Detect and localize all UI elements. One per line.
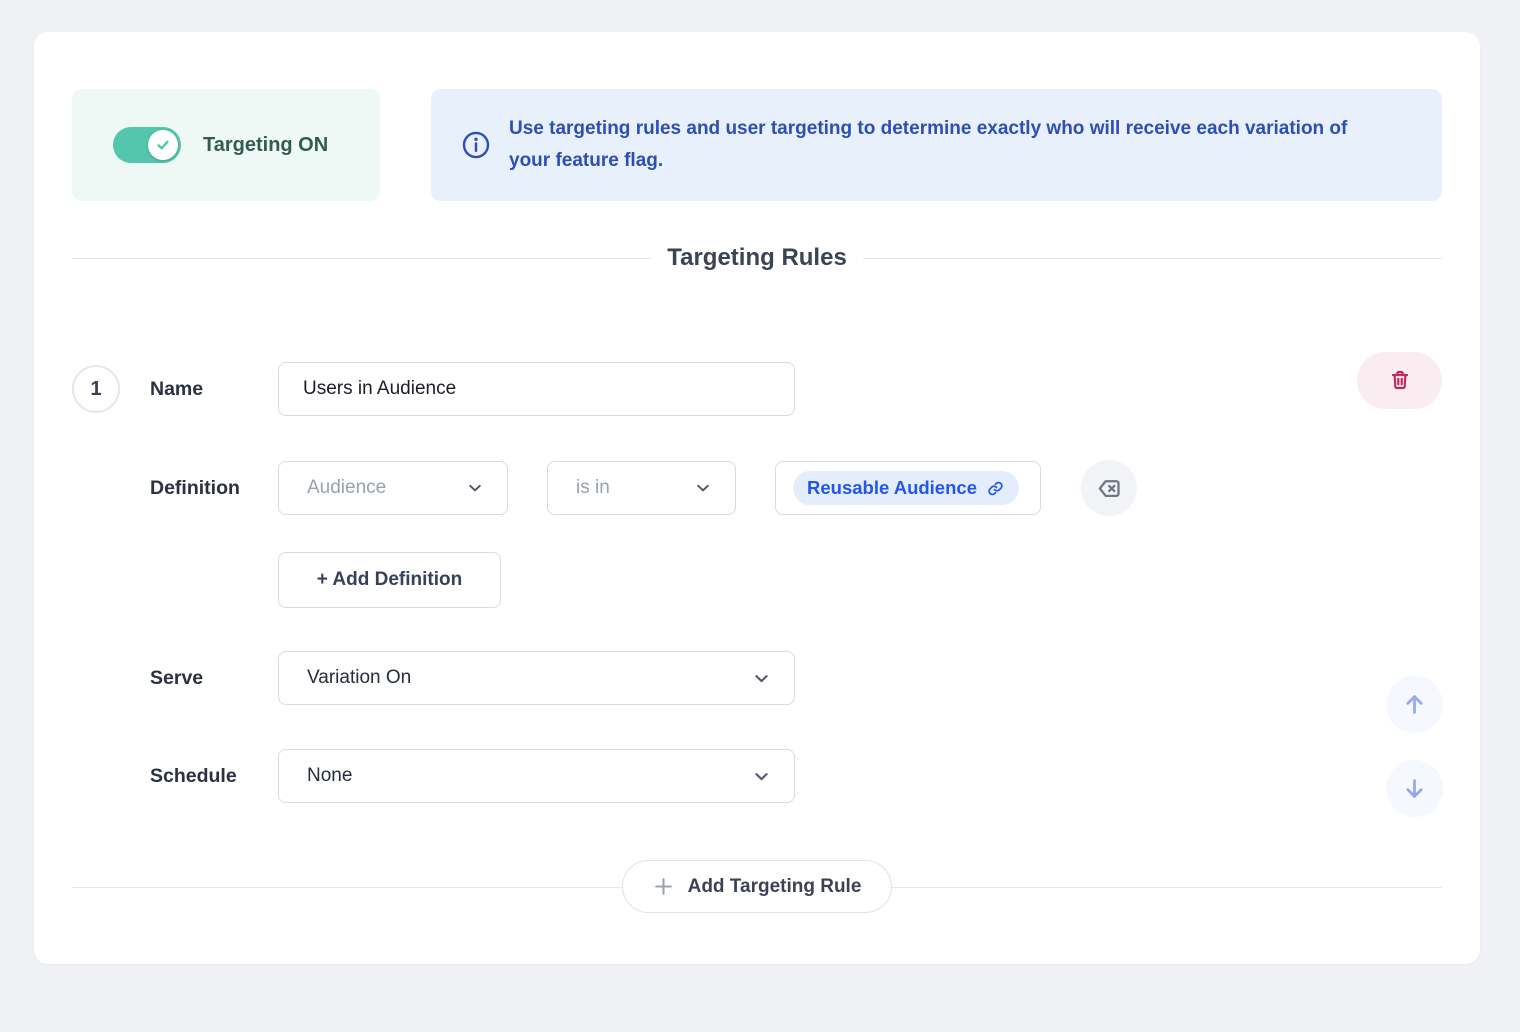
reusable-audience-label: Reusable Audience (807, 477, 977, 499)
rule-index-badge: 1 (72, 365, 120, 413)
targeting-rule: 1 Name Definition Audience (72, 362, 1442, 803)
serve-select-value: Variation On (307, 667, 411, 689)
rule-name-input[interactable] (278, 362, 795, 416)
top-row: Targeting ON Use targeting rules and use… (72, 89, 1442, 201)
info-icon (461, 130, 491, 160)
property-select-value: Audience (307, 477, 386, 499)
chevron-down-icon (753, 768, 770, 785)
definition-property-select[interactable]: Audience (278, 461, 508, 515)
footer: Add Targeting Rule (72, 860, 1442, 913)
comparator-select-value: is in (576, 477, 610, 499)
divider-line (72, 258, 651, 259)
add-targeting-rule-label: Add Targeting Rule (688, 876, 862, 898)
rule-schedule-row: Schedule None (72, 749, 1442, 803)
section-title: Targeting Rules (667, 244, 847, 272)
schedule-select[interactable]: None (278, 749, 795, 803)
move-rule-up-button[interactable] (1386, 676, 1443, 733)
reusable-audience-chip[interactable]: Reusable Audience (793, 471, 1019, 505)
add-targeting-rule-button[interactable]: Add Targeting Rule (622, 860, 893, 913)
serve-select[interactable]: Variation On (278, 651, 795, 705)
plus-icon (653, 876, 674, 897)
move-rule-down-button[interactable] (1386, 760, 1443, 817)
rule-name-row: 1 Name (72, 362, 1442, 416)
schedule-label: Schedule (150, 765, 278, 788)
rule-serve-row: Serve Variation On (72, 651, 1442, 705)
targeting-rules-heading: Targeting Rules (72, 240, 1442, 276)
targeting-status-label: Targeting ON (203, 134, 328, 157)
clear-definition-button[interactable] (1081, 460, 1137, 516)
targeting-status-panel: Targeting ON (72, 89, 380, 201)
add-definition-button[interactable]: + Add Definition (278, 552, 501, 608)
add-definition-row: + Add Definition (72, 552, 1442, 608)
definition-comparator-select[interactable]: is in (547, 461, 736, 515)
targeting-toggle[interactable] (113, 127, 181, 163)
divider-line (863, 258, 1442, 259)
trash-icon (1388, 368, 1412, 392)
name-label: Name (150, 378, 278, 401)
chevron-down-icon (467, 480, 483, 496)
link-icon (986, 479, 1005, 498)
targeting-card: Targeting ON Use targeting rules and use… (34, 32, 1480, 964)
arrow-down-icon (1401, 775, 1428, 802)
serve-label: Serve (150, 667, 278, 690)
definition-label: Definition (150, 477, 278, 500)
delete-rule-button[interactable] (1357, 352, 1442, 409)
chevron-down-icon (753, 670, 770, 687)
chevron-down-icon (695, 480, 711, 496)
rule-definition-row: Definition Audience is in Reusable Audie… (72, 461, 1442, 515)
check-icon (155, 137, 171, 153)
info-banner: Use targeting rules and user targeting t… (431, 89, 1442, 201)
info-banner-text: Use targeting rules and user targeting t… (509, 113, 1389, 177)
arrow-up-icon (1401, 691, 1428, 718)
audience-value-box[interactable]: Reusable Audience (775, 461, 1041, 515)
schedule-select-value: None (307, 765, 352, 787)
backspace-icon (1096, 475, 1123, 502)
toggle-knob (148, 130, 178, 160)
